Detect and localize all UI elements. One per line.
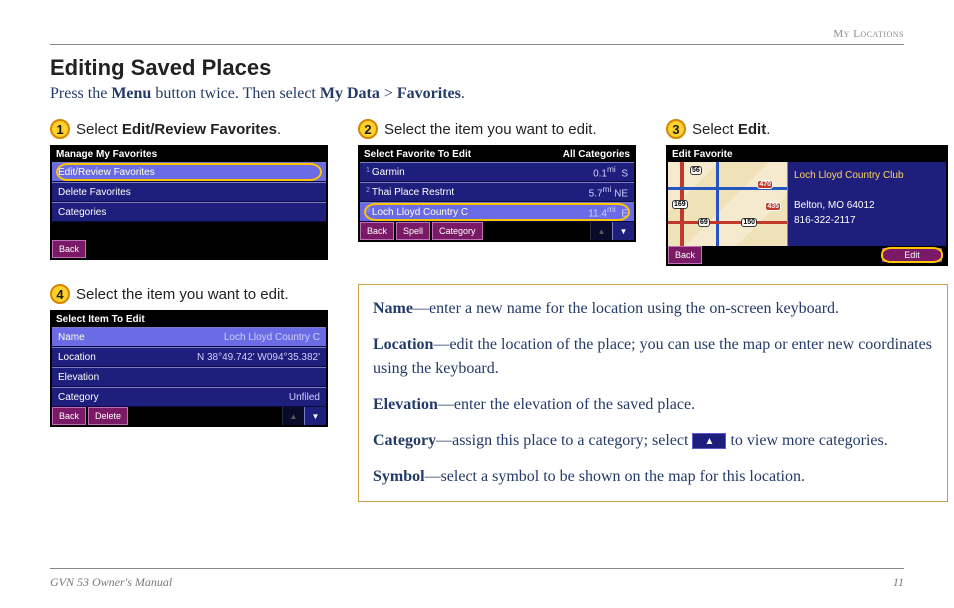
screen-select-item: Select Item To Edit NameLoch Lloyd Count… [50, 310, 328, 427]
scroll-up-icon: ▲ [692, 433, 726, 449]
definitions-box: Name—enter a new name for the location u… [358, 284, 948, 502]
delete-button[interactable]: Delete [88, 407, 128, 425]
row-garmin[interactable]: 1Garmin 0.1mi S [360, 162, 634, 182]
row-categories[interactable]: Categories [52, 202, 326, 222]
scroll-up-icon[interactable]: ▲ [282, 407, 304, 425]
back-button[interactable]: Back [668, 246, 702, 264]
intro-text: Press the Menu button twice. Then select… [50, 85, 904, 103]
step-number-3: 3 [666, 119, 686, 139]
back-button[interactable]: Back [52, 407, 86, 425]
scroll-down-icon[interactable]: ▼ [612, 222, 634, 240]
step-2: 2 Select the item you want to edit. Sele… [358, 119, 648, 266]
back-button[interactable]: Back [360, 222, 394, 240]
page-footer: GVN 53 Owner's Manual 11 [50, 568, 904, 590]
step-number-2: 2 [358, 119, 378, 139]
section-header: My Locations [50, 28, 904, 40]
step-number-1: 1 [50, 119, 70, 139]
step-1: 1 Select Edit/Review Favorites. Manage M… [50, 119, 340, 266]
definitions-box-wrap: Name—enter a new name for the location u… [358, 284, 948, 502]
spell-button[interactable]: Spell [396, 222, 430, 240]
row-edit-review[interactable]: Edit/Review Favorites [52, 162, 326, 182]
manual-title: GVN 53 Owner's Manual [50, 575, 172, 590]
header-rule [50, 44, 904, 45]
row-location[interactable]: LocationN 38°49.742' W094°35.382' [52, 347, 326, 367]
back-button[interactable]: Back [52, 240, 86, 258]
category-button[interactable]: Category [432, 222, 483, 240]
scroll-down-icon[interactable]: ▼ [304, 407, 326, 425]
step-3: 3 Select Edit. Edit Favorite 56 470 169 … [666, 119, 948, 266]
screen-select-favorite: Select Favorite To EditAll Categories 1G… [358, 145, 636, 242]
screen-edit-favorite: Edit Favorite 56 470 169 69 150 435 Loch… [666, 145, 948, 266]
screen-manage-favorites: Manage My Favorites Edit/Review Favorite… [50, 145, 328, 260]
place-info: Loch Lloyd Country Club Belton, MO 64012… [788, 162, 946, 246]
map-thumbnail: 56 470 169 69 150 435 [668, 162, 788, 246]
row-category[interactable]: CategoryUnfiled [52, 387, 326, 407]
step-number-4: 4 [50, 284, 70, 304]
row-delete-favorites[interactable]: Delete Favorites [52, 182, 326, 202]
row-name[interactable]: NameLoch Lloyd Country C [52, 327, 326, 347]
scroll-up-icon[interactable]: ▲ [590, 222, 612, 240]
row-elevation[interactable]: Elevation [52, 367, 326, 387]
row-thai-place[interactable]: 2Thai Place Restrnt 5.7mi NE [360, 182, 634, 202]
page-number: 11 [893, 575, 904, 590]
page-title: Editing Saved Places [50, 55, 904, 81]
row-loch-lloyd[interactable]: 3Loch Lloyd Country C 11.4mi E [360, 202, 634, 222]
edit-button[interactable]: Edit [882, 248, 942, 262]
step-4: 4 Select the item you want to edit. Sele… [50, 284, 340, 492]
